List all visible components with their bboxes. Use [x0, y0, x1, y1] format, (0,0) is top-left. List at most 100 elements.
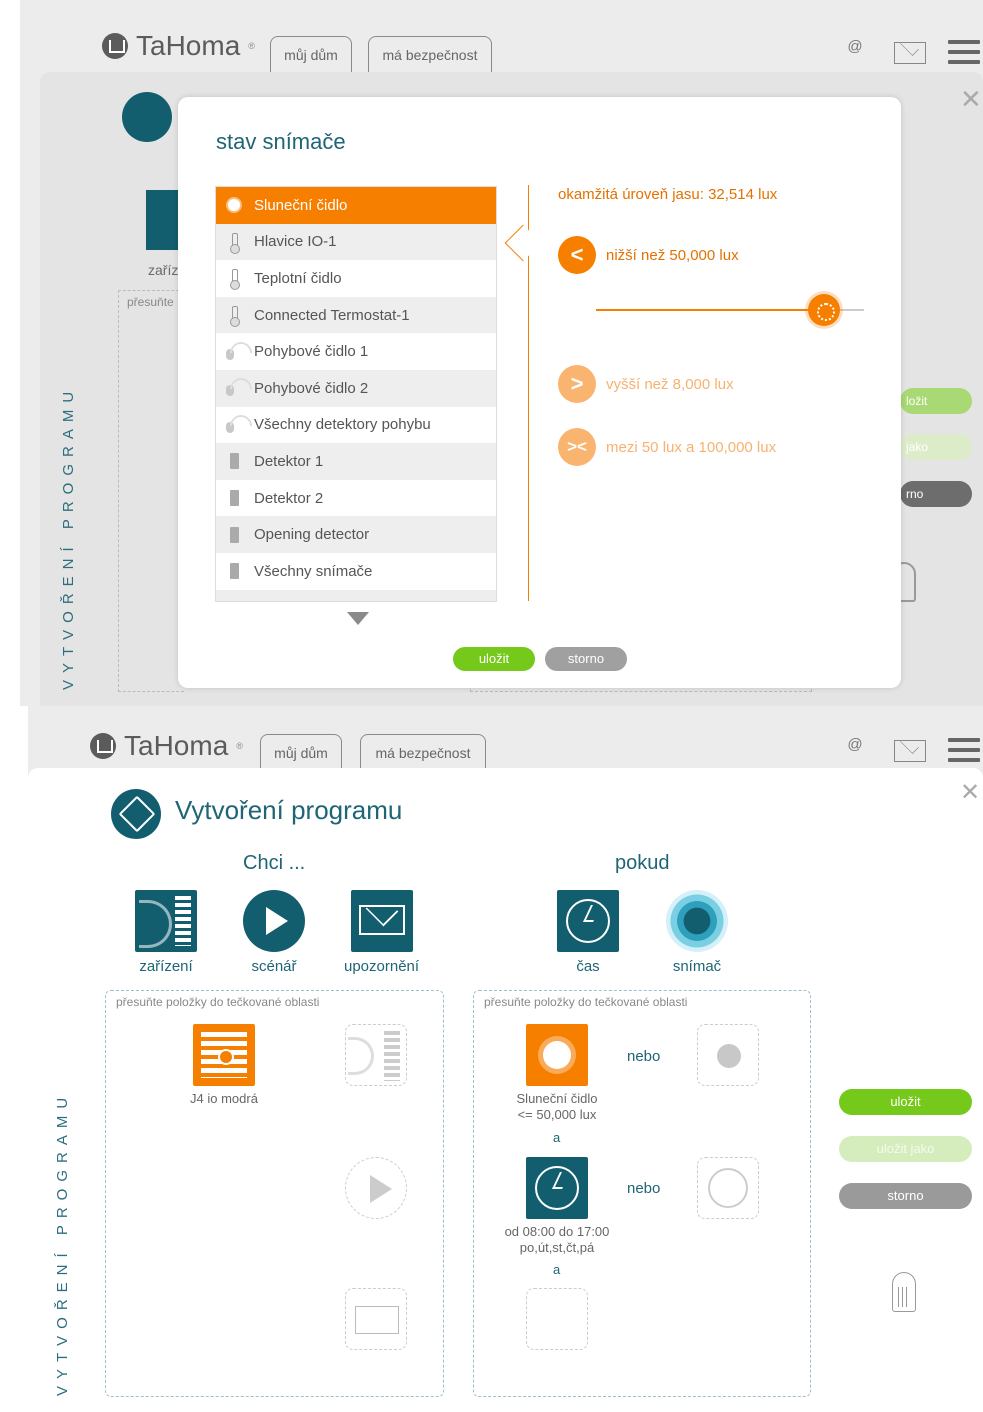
sensor-item[interactable]: Opening detector	[216, 516, 496, 553]
thermometer-icon	[224, 232, 244, 254]
condition-lower-than[interactable]: < nižší než 50,000 lux	[558, 236, 739, 274]
blind-device-icon[interactable]	[193, 1024, 255, 1086]
sun-placeholder-icon[interactable]	[697, 1024, 759, 1086]
sensor-item[interactable]: Detektor 1	[216, 443, 496, 480]
and-label: a	[553, 1130, 561, 1145]
sensor-item[interactable]: Connected Termostat-1	[216, 296, 496, 334]
tahoma-logo[interactable]: TaHoma ®	[102, 30, 255, 62]
account-icon[interactable]: @	[838, 38, 872, 66]
sensor-list[interactable]: Sluneční čidlo Hlavice IO-1 Teplotní čid…	[215, 186, 497, 602]
sensor-item[interactable]: Pohybové čidlo 2	[216, 369, 496, 407]
scenario-tile[interactable]: scénář	[243, 890, 305, 975]
mail-icon[interactable]	[894, 740, 926, 762]
dialog-title: stav snímače	[216, 129, 346, 154]
sensor-item[interactable]: Hlavice IO-1	[216, 223, 496, 261]
sensor-label: Teplotní čidlo	[254, 269, 342, 287]
save-as-button[interactable]: uložit jako	[839, 1136, 972, 1162]
motion-sensor-icon	[224, 378, 244, 398]
motion-sensor-icon	[224, 415, 244, 435]
greater-than-icon: >	[558, 365, 596, 403]
cancel-button-dimmed: rno	[900, 481, 972, 507]
sensor-tile[interactable]: snímač	[666, 890, 728, 975]
sensor-label: Pohybové čidlo 1	[254, 343, 369, 361]
time-condition-range: od 08:00 do 17:00	[504, 1224, 610, 1239]
page-title: Vytvoření programu	[175, 795, 403, 825]
cancel-button[interactable]: storno	[545, 647, 627, 671]
sun-icon	[224, 195, 244, 215]
sensor-item[interactable]: Teplotní čidlo	[216, 260, 496, 297]
scenario-placeholder-icon[interactable]	[345, 1157, 407, 1219]
play-icon	[243, 890, 305, 952]
sensor-item[interactable]: Všechny snímače	[216, 553, 496, 590]
tab-my-security[interactable]: má bezpečnost	[360, 734, 486, 770]
time-condition-days: po,út,st,čt,pá	[519, 1240, 595, 1255]
trash-icon[interactable]	[892, 1272, 916, 1312]
dropzone-hint: přesuňte položky do tečkované oblasti	[116, 995, 320, 1009]
mail-icon[interactable]	[894, 42, 926, 64]
close-icon[interactable]: ✕	[960, 84, 982, 115]
close-icon[interactable]: ✕	[960, 778, 980, 807]
house-icon	[90, 733, 116, 759]
sensor-item[interactable]: Pohybové čidlo 1	[216, 333, 496, 370]
save-button[interactable]: uložit	[839, 1089, 972, 1115]
vertical-title: VYTVOŘENÍ PROGRAMU	[54, 1090, 71, 1396]
house-icon	[102, 33, 128, 59]
sensor-state-dialog: stav snímače Sluneční čidlo Hlavice IO-1…	[178, 97, 901, 688]
clock-placeholder-icon[interactable]	[697, 1157, 759, 1219]
tab-my-home[interactable]: můj dům	[270, 36, 352, 72]
want-heading: Chci ...	[243, 852, 306, 874]
notification-placeholder-icon[interactable]	[345, 1288, 407, 1350]
selection-pointer	[504, 224, 542, 262]
save-button-dimmed: ložit	[900, 388, 972, 414]
device-label: zařízení	[139, 958, 193, 975]
notification-tile[interactable]: upozornění	[344, 890, 419, 975]
time-label: čas	[576, 958, 600, 975]
dropzone-hint: přesuňte	[127, 295, 174, 309]
door-icon	[224, 488, 244, 508]
vertical-title: VYTVOŘENÍ PROGRAMU	[60, 384, 77, 690]
action-item-label: J4 io modrá	[190, 1091, 258, 1106]
cancel-button[interactable]: storno	[839, 1183, 972, 1209]
sensor-condition-value: <= 50,000 lux	[517, 1107, 597, 1122]
condition-higher-label: vyšší než 8,000 lux	[606, 375, 734, 393]
sensor-item[interactable]: Všechny detektory pohybu	[216, 407, 496, 444]
condition-lower-label: nižší než 50,000 lux	[606, 246, 739, 264]
condition-higher-than[interactable]: > vyšší než 8,000 lux	[558, 365, 734, 403]
tab-my-home[interactable]: můj dům	[260, 734, 342, 770]
sensor-label: Sluneční čidlo	[254, 196, 348, 214]
tahoma-logo[interactable]: TaHoma ®	[90, 730, 243, 762]
notification-label: upozornění	[344, 958, 420, 975]
door-icon	[224, 525, 244, 545]
condition-between-label: mezi 50 lux a 100,000 lux	[606, 438, 777, 456]
tab-my-security[interactable]: má bezpečnost	[368, 36, 492, 72]
scenario-label: scénář	[251, 958, 297, 975]
time-tile[interactable]: čas	[557, 890, 619, 975]
menu-icon[interactable]	[948, 40, 980, 64]
scroll-down-arrow-icon[interactable]	[347, 612, 369, 625]
menu-icon[interactable]	[948, 738, 980, 762]
sensor-condition-name: Sluneční čidlo	[516, 1091, 598, 1106]
clock-icon	[557, 890, 619, 952]
account-icon[interactable]: @	[838, 736, 872, 764]
device-icon	[135, 890, 197, 952]
door-icon	[224, 561, 244, 581]
sensor-label: snímač	[672, 958, 722, 975]
save-button[interactable]: uložit	[453, 647, 535, 671]
sensor-label: Opening detector	[254, 526, 370, 544]
clock-condition-icon[interactable]	[526, 1157, 588, 1219]
device-placeholder-icon[interactable]	[345, 1024, 407, 1086]
sensor-item[interactable]: Sluneční čidlo	[216, 187, 496, 224]
sensor-label: Connected Termostat-1	[254, 306, 410, 324]
logo-reg: ®	[248, 41, 255, 51]
program-icon	[111, 789, 161, 839]
sensor-icon	[666, 890, 728, 952]
slider-handle[interactable]	[808, 294, 840, 326]
device-tile[interactable]: zařízení	[135, 890, 197, 975]
logo-reg: ®	[236, 741, 243, 751]
condition-between[interactable]: >< mezi 50 lux a 100,000 lux	[558, 428, 776, 466]
sun-sensor-icon[interactable]	[526, 1024, 588, 1086]
sensor-item[interactable]: Detektor 2	[216, 480, 496, 517]
sensor-item-partial[interactable]	[216, 589, 496, 601]
empty-condition-slot[interactable]	[526, 1288, 588, 1350]
program-icon	[122, 92, 172, 142]
